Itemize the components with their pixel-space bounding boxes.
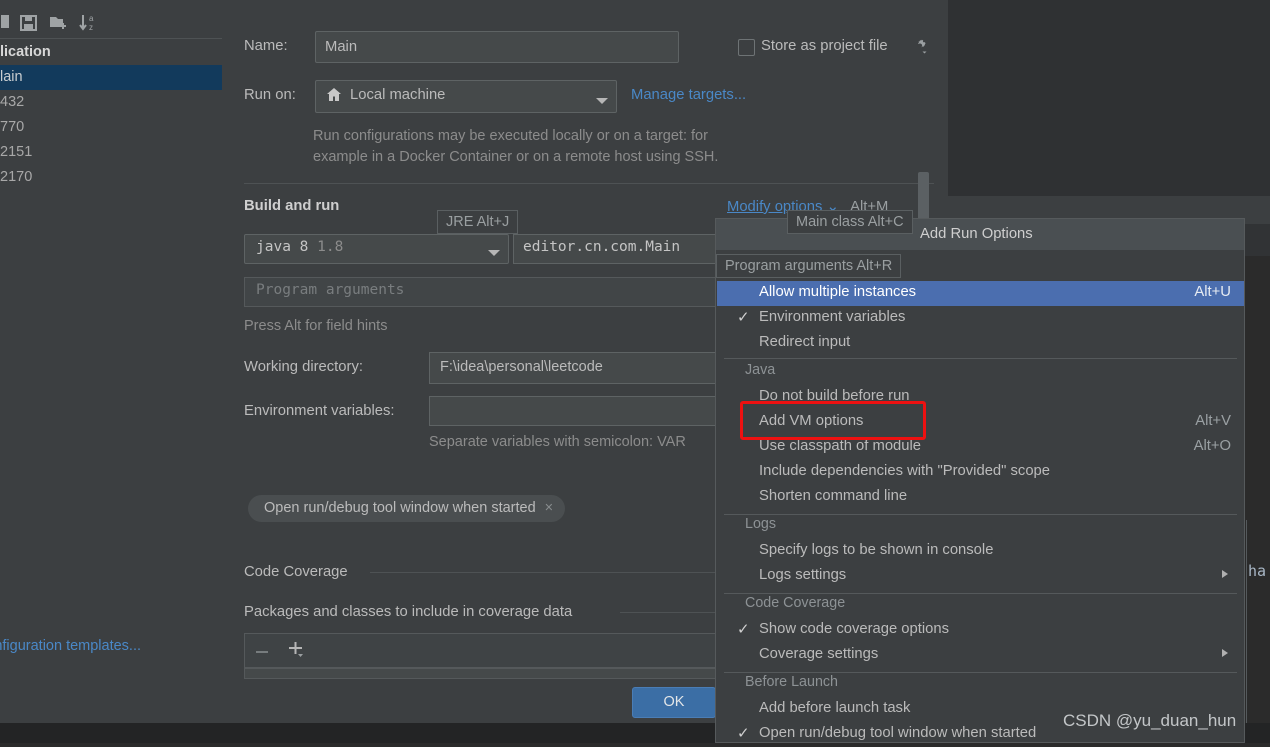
menu-divider xyxy=(724,593,1237,594)
menu-item-shorten-command-line[interactable]: Shorten command line xyxy=(717,485,1244,510)
menu-item-label: Include dependencies with "Provided" sco… xyxy=(759,463,1051,479)
name-label: Name: xyxy=(244,38,288,54)
menu-item-include-provided-dependencies[interactable]: Include dependencies with "Provided" sco… xyxy=(717,460,1244,485)
code-coverage-section-title: Code Coverage xyxy=(244,564,348,580)
menu-item-redirect-input[interactable]: Redirect input xyxy=(717,331,1244,356)
run-on-hint-line-1: Run configurations may be executed local… xyxy=(313,128,708,144)
build-and-run-title: Build and run xyxy=(244,198,340,214)
jre-value: java 8 1.8 xyxy=(256,239,343,255)
jre-version: 1.8 xyxy=(317,239,344,255)
edit-configuration-templates-link[interactable]: Edit configuration templates... xyxy=(0,638,141,654)
menu-divider xyxy=(724,358,1237,359)
check-icon: ✓ xyxy=(737,621,750,638)
tree-group-application[interactable]: lication xyxy=(0,40,222,65)
menu-group-java: Java xyxy=(745,362,776,378)
home-icon xyxy=(326,87,342,103)
close-icon[interactable]: × xyxy=(545,500,553,516)
run-on-label: Run on: xyxy=(244,87,296,103)
red-highlight-box xyxy=(740,401,926,440)
run-configurations-panel: a z lication lain 432 770 2151 2170 Edit… xyxy=(0,0,236,677)
menu-item-label: Use classpath of module xyxy=(759,438,922,454)
jre-name: java 8 xyxy=(256,239,309,255)
jre-hint-tooltip: JRE Alt+J xyxy=(437,210,519,234)
run-on-hint-line-2: example in a Docker Container or on a re… xyxy=(313,149,719,165)
main-class-hint-tooltip: Main class Alt+C xyxy=(787,210,913,234)
new-folder-icon[interactable] xyxy=(48,12,70,34)
minus-icon[interactable] xyxy=(255,645,269,659)
toolbar-divider xyxy=(0,38,222,39)
svg-text:z: z xyxy=(89,23,93,32)
menu-item-label: Environment variables xyxy=(759,309,906,325)
menu-item-label: Allow multiple instances xyxy=(759,284,917,300)
environment-variables-hint: Separate variables with semicolon: VAR xyxy=(429,434,686,450)
working-directory-label: Working directory: xyxy=(244,359,363,375)
name-input[interactable]: Main xyxy=(315,31,679,63)
tree-item-2170[interactable]: 2170 xyxy=(0,165,222,190)
gear-icon[interactable] xyxy=(911,38,929,56)
program-arguments-hint-tooltip: Program arguments Alt+R xyxy=(716,254,902,278)
manage-targets-link[interactable]: Manage targets... xyxy=(631,87,746,103)
menu-group-code-coverage: Code Coverage xyxy=(745,595,846,611)
run-config-toolbar: a z xyxy=(0,6,236,38)
menu-group-logs: Logs xyxy=(745,516,777,532)
editor-right-divider xyxy=(1246,520,1247,743)
section-divider xyxy=(244,183,934,184)
svg-text:a: a xyxy=(89,14,94,23)
menu-divider xyxy=(724,514,1237,515)
menu-item-label: Specify logs to be shown in console xyxy=(759,542,994,558)
ok-button[interactable]: OK xyxy=(632,687,716,718)
menu-item-label: Show code coverage options xyxy=(759,621,950,637)
open-tool-window-chip[interactable]: Open run/debug tool window when started × xyxy=(248,495,566,522)
run-on-value: Local machine xyxy=(350,87,446,103)
add-run-options-menu: Add Run Options Allow multiple instances… xyxy=(715,218,1245,743)
menu-group-before-launch: Before Launch xyxy=(745,674,838,690)
tree-item-770[interactable]: 770 xyxy=(0,115,222,140)
menu-item-label: Redirect input xyxy=(759,334,851,350)
program-arguments-placeholder: Program arguments xyxy=(256,282,405,298)
environment-variables-label: Environment variables: xyxy=(244,403,395,419)
sort-alpha-icon[interactable]: a z xyxy=(78,12,100,34)
menu-item-label: Coverage settings xyxy=(759,646,879,662)
menu-item-logs-settings[interactable]: Logs settings xyxy=(717,564,1244,589)
store-as-project-file-checkbox[interactable] xyxy=(738,39,755,56)
main-class-value: editor.cn.com.Main xyxy=(523,239,681,255)
plus-icon[interactable] xyxy=(288,641,306,659)
menu-item-shortcut: Alt+O xyxy=(1193,438,1231,454)
menu-item-specify-logs[interactable]: Specify logs to be shown in console xyxy=(717,539,1244,564)
chevron-down-icon[interactable] xyxy=(595,93,609,109)
chip-label: Open run/debug tool window when started xyxy=(264,500,536,516)
menu-item-show-code-coverage-options[interactable]: ✓ Show code coverage options xyxy=(717,618,1244,643)
environment-variables-input[interactable] xyxy=(429,396,721,426)
menu-item-label: Add before launch task xyxy=(759,700,911,716)
packages-section-title: Packages and classes to include in cover… xyxy=(244,604,573,620)
tree-item-2151[interactable]: 2151 xyxy=(0,140,222,165)
menu-item-label: Logs settings xyxy=(759,567,847,583)
menu-item-allow-multiple-instances[interactable]: Allow multiple instances Alt+U xyxy=(717,281,1244,306)
check-icon: ✓ xyxy=(737,309,750,326)
submenu-arrow-icon xyxy=(1222,649,1228,657)
store-as-project-file-label[interactable]: Store as project file xyxy=(761,38,888,54)
menu-header-title: Add Run Options xyxy=(920,226,1033,242)
menu-item-coverage-settings[interactable]: Coverage settings xyxy=(717,643,1244,668)
submenu-arrow-icon xyxy=(1222,570,1228,578)
tree-item-main[interactable]: lain xyxy=(0,65,222,90)
menu-item-label: Shorten command line xyxy=(759,488,908,504)
check-icon: ✓ xyxy=(737,725,750,742)
jre-chevron-down-icon[interactable] xyxy=(487,245,501,261)
press-alt-hint: Press Alt for field hints xyxy=(244,318,388,334)
csdn-watermark: CSDN @yu_duan_hun xyxy=(1063,711,1237,730)
save-icon[interactable] xyxy=(18,12,40,34)
tree-item-432[interactable]: 432 xyxy=(0,90,222,115)
run-configurations-tree[interactable]: lication lain 432 770 2151 2170 xyxy=(0,40,222,190)
menu-item-label: Open run/debug tool window when started xyxy=(759,725,1037,741)
menu-item-shortcut: Alt+U xyxy=(1194,284,1231,300)
menu-divider xyxy=(724,672,1237,673)
background-code-fragment: ha xyxy=(1248,562,1267,580)
working-directory-value: F:\idea\personal\leetcode xyxy=(440,359,603,375)
menu-item-shortcut: Alt+V xyxy=(1195,413,1231,429)
editor-background-area xyxy=(948,0,1270,196)
menu-item-environment-variables[interactable]: ✓ Environment variables xyxy=(717,306,1244,331)
